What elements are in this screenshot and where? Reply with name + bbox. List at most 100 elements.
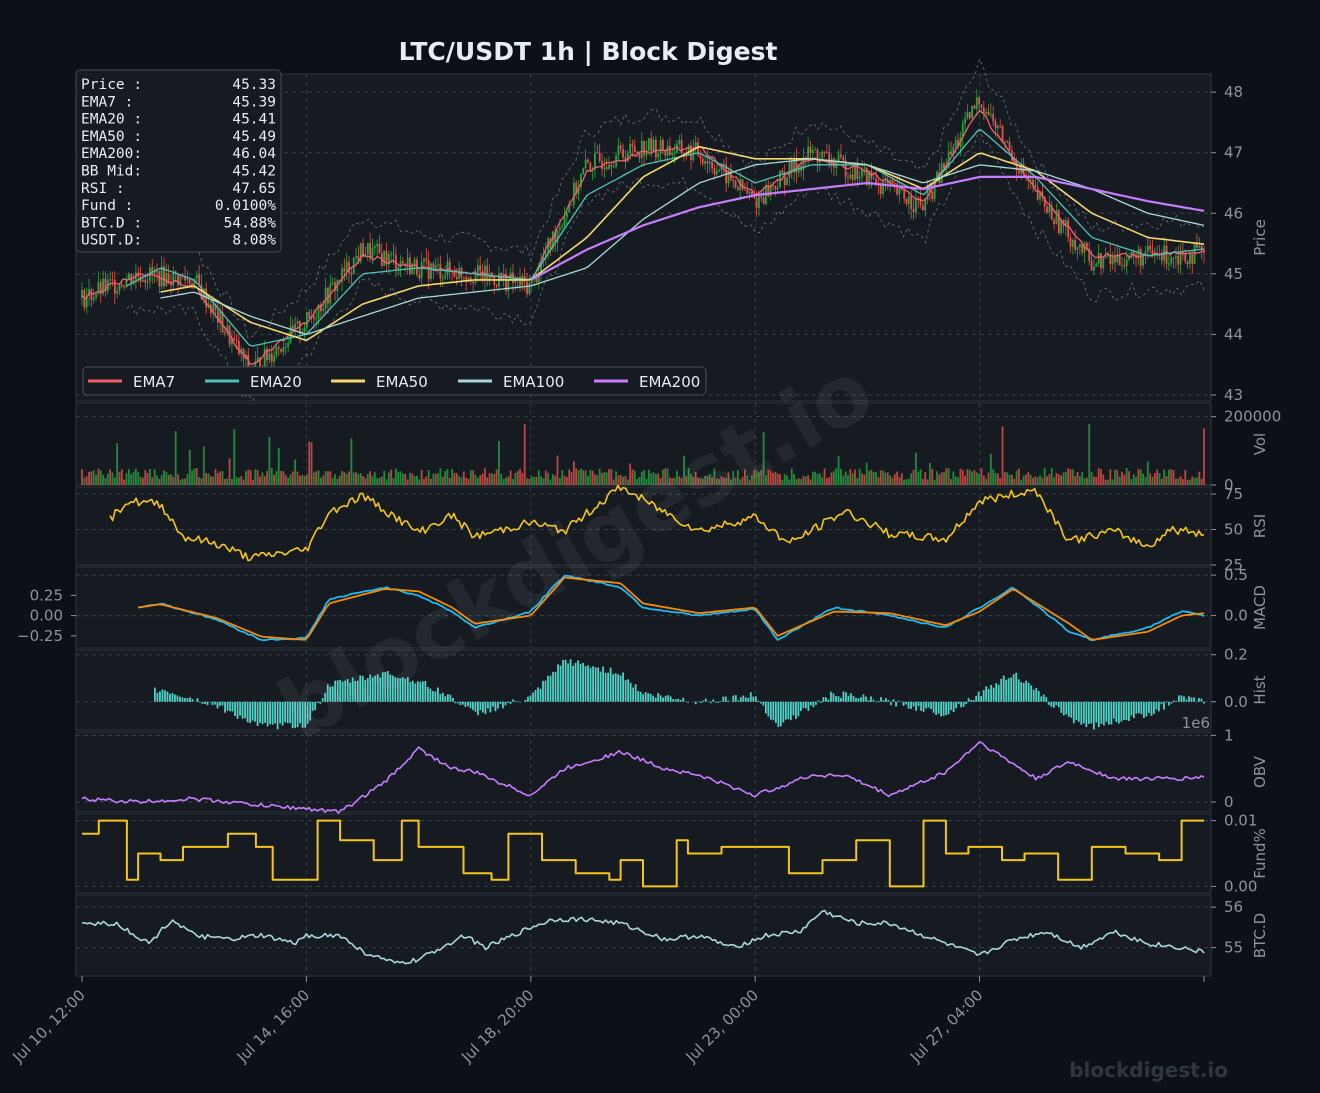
candle-body: [732, 179, 735, 182]
histogram-bar: [176, 695, 179, 702]
candle-body: [736, 187, 739, 190]
volume-bar: [1135, 476, 1137, 485]
volume-bar: [324, 471, 327, 485]
volume-bar: [1003, 472, 1006, 485]
volume-bar: [134, 468, 137, 485]
histogram-bar: [752, 696, 755, 702]
candle-body: [858, 176, 861, 179]
volume-bar: [568, 469, 571, 485]
candle-body: [774, 185, 777, 190]
candle-body: [989, 114, 992, 116]
histogram-bar: [712, 699, 715, 702]
histogram-bar: [431, 691, 434, 702]
volume-bar: [868, 470, 870, 485]
volume-bar: [851, 473, 854, 485]
candle-body: [755, 198, 758, 208]
volume-bar: [849, 469, 852, 485]
histogram-bar: [1168, 701, 1170, 706]
volume-bar: [1039, 475, 1041, 485]
histogram-bar: [1040, 696, 1043, 702]
candle-body: [828, 152, 831, 165]
volume-bar: [1163, 469, 1166, 485]
volume-bar: [226, 478, 229, 485]
volume-bar: [505, 477, 507, 485]
histogram-bar: [1080, 701, 1083, 725]
volume-bar: [322, 475, 325, 485]
histogram-bar: [957, 701, 960, 705]
histogram-bar: [862, 694, 865, 702]
histogram-bar: [912, 701, 915, 707]
candle-body: [371, 248, 374, 259]
histogram-bar: [1132, 701, 1135, 718]
volume-bar: [1167, 469, 1170, 485]
histogram-bar: [1148, 701, 1150, 713]
volume-bar: [498, 440, 500, 485]
volume-bar: [537, 470, 540, 485]
histogram-bar: [1127, 701, 1130, 721]
candle-body: [186, 278, 189, 281]
volume-bar: [144, 470, 147, 485]
histogram-bar: [970, 699, 973, 702]
volume-bar: [174, 431, 177, 485]
histogram-bar: [1000, 678, 1003, 702]
histogram-bar: [624, 680, 627, 702]
volume-bar: [952, 471, 955, 485]
volume-bar: [1130, 478, 1133, 485]
candle-body: [664, 150, 667, 156]
histogram-bar: [249, 701, 251, 724]
histogram-bar: [855, 697, 857, 702]
candle-body: [863, 167, 866, 170]
histogram-bar: [209, 701, 211, 703]
candle-body: [455, 277, 458, 279]
candle-body: [308, 311, 311, 318]
volume-bar: [411, 473, 414, 485]
candle-body: [423, 258, 425, 262]
histogram-bar: [1112, 701, 1115, 719]
histogram-bar: [174, 694, 176, 702]
candle-body: [659, 139, 662, 154]
histogram-bar: [652, 695, 655, 702]
volume-bar: [886, 472, 889, 485]
volume-bar: [938, 474, 941, 485]
candle-body: [840, 154, 842, 157]
candle-body: [233, 337, 236, 340]
volume-bar: [987, 472, 990, 485]
histogram-bar: [166, 691, 169, 702]
candle-body: [95, 294, 97, 298]
volume-bar: [973, 470, 976, 485]
volume-bar: [910, 473, 913, 485]
candle-body: [647, 138, 650, 151]
volume-bar: [516, 471, 519, 485]
histogram-bar: [930, 701, 932, 710]
candle-body: [305, 311, 308, 328]
candle-body: [1048, 205, 1051, 213]
volume-bar: [847, 475, 849, 485]
volume-bar: [1041, 478, 1044, 485]
histogram-bar: [184, 698, 186, 702]
volume-bar: [879, 470, 882, 485]
histogram-bar: [572, 665, 574, 702]
histogram-bar: [1030, 685, 1033, 702]
candle-body: [1036, 187, 1039, 200]
candle-body: [123, 286, 126, 288]
histogram-bar: [544, 680, 547, 702]
histogram-bar: [647, 693, 650, 702]
volume-bar: [1184, 469, 1187, 485]
volume-bar: [554, 475, 557, 485]
histogram-bar: [820, 701, 822, 703]
volume-bar: [1109, 469, 1112, 485]
histogram-bar: [827, 699, 830, 702]
candle-body: [277, 347, 280, 349]
info-value: 45.49: [232, 129, 276, 145]
histogram-bar: [995, 683, 998, 702]
volume-bar: [416, 475, 418, 485]
candle-body: [1191, 253, 1194, 264]
candle-body: [1067, 220, 1070, 238]
volume-bar: [336, 478, 339, 485]
candle-body: [472, 281, 475, 283]
candle-body: [195, 274, 198, 279]
volume-bar: [406, 479, 409, 485]
candle-body: [718, 170, 721, 172]
histogram-bar: [1200, 698, 1203, 702]
y-tick-label: 0.0: [1224, 607, 1248, 625]
